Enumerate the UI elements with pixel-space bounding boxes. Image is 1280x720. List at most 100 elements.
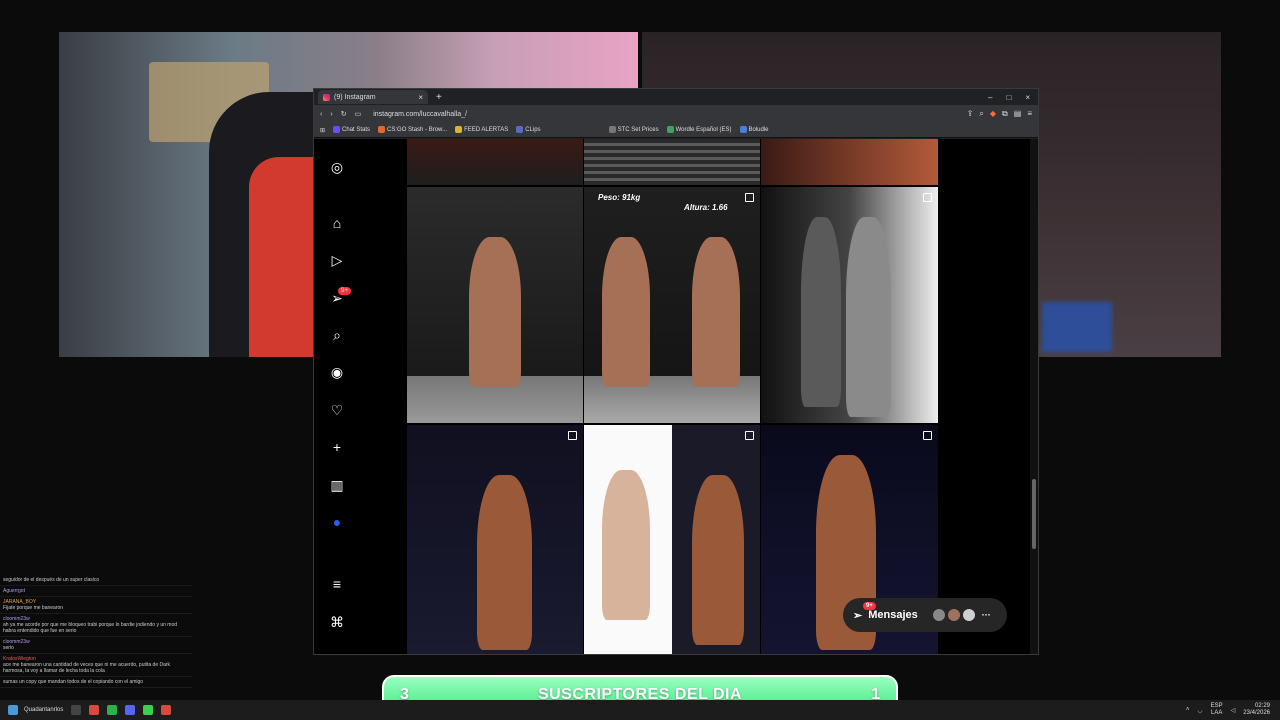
close-window-icon[interactable]: × xyxy=(1025,93,1030,102)
avatar xyxy=(946,608,961,622)
bookmark-item[interactable]: STC Set Prices xyxy=(608,126,659,134)
chat-message: seguidor de el después de un super clasi… xyxy=(0,575,192,586)
bodybuilder-figure xyxy=(469,237,521,387)
post-thumbnail[interactable] xyxy=(761,187,938,423)
chat-message: sumas un copy que mandan todos de el cop… xyxy=(0,677,192,688)
tab-title: (9) Instagram xyxy=(334,93,376,101)
person-figure xyxy=(801,217,841,407)
zoom-icon[interactable]: ⌕ xyxy=(979,109,983,119)
messages-icon: ➢ xyxy=(853,609,863,622)
post-thumbnail[interactable] xyxy=(761,139,938,185)
bookmark-icon[interactable]: ▭ xyxy=(355,110,362,118)
post-thumbnail[interactable] xyxy=(407,187,583,423)
posts-grid: Peso: 91kg Altura: 1.66 xyxy=(407,139,938,654)
close-tab-icon[interactable]: × xyxy=(418,93,423,102)
bookmark-item[interactable]: CLips xyxy=(516,126,541,134)
chat-message: JARANA_BOY Fijate porque me banearon xyxy=(0,597,192,614)
clock[interactable]: 02:29 23/4/2026 xyxy=(1243,703,1270,717)
post-thumbnail[interactable] xyxy=(407,139,583,185)
instagram-page: ◎ ⌂ ▷ ➢ 9+ ⌕ ◉ ♡ + ▥ ● ≡ ⌘ Peso: 91kg Al… xyxy=(314,139,1032,654)
home-icon[interactable]: ⌂ xyxy=(329,215,345,231)
browser-icon[interactable] xyxy=(89,705,100,715)
back-icon[interactable]: ‹ xyxy=(320,111,322,118)
profile-avatar-icon[interactable]: ● xyxy=(329,514,345,530)
avatar xyxy=(931,608,946,622)
post-thumbnail[interactable] xyxy=(584,425,760,654)
threads-icon[interactable]: ⌘ xyxy=(329,614,345,630)
sidebar-icon[interactable]: ▤ xyxy=(1014,109,1022,119)
bookmark-item[interactable]: Boludle xyxy=(739,126,769,134)
carousel-icon xyxy=(745,193,754,202)
messages-badge: 9+ xyxy=(863,602,876,610)
start-icon[interactable] xyxy=(8,705,18,715)
new-tab-button[interactable]: + xyxy=(436,92,442,103)
bookmark-item[interactable]: CS:GO Stash - Brow... xyxy=(378,126,447,134)
carousel-icon xyxy=(923,431,932,440)
bodybuilder-figure xyxy=(477,475,532,650)
notifications-badge: 9+ xyxy=(338,287,351,295)
keyboard-light xyxy=(1042,302,1112,352)
dashboard-icon[interactable]: ▥ xyxy=(329,477,345,493)
language-indicator[interactable]: ESP LAA xyxy=(1211,703,1223,717)
chat-message: cloomm23w ah ya me acorde por que me bloq… xyxy=(0,614,192,637)
bodybuilder-figure xyxy=(692,237,740,387)
post-thumbnail[interactable] xyxy=(407,425,583,654)
maximize-icon[interactable]: □ xyxy=(1006,93,1011,102)
share-icon[interactable]: ⇪ xyxy=(967,109,974,119)
bodybuilder-figure xyxy=(846,217,891,417)
obs-icon[interactable] xyxy=(143,705,154,715)
bodybuilder-figure xyxy=(692,475,744,645)
messages-label: Mensajes xyxy=(868,609,918,621)
address-bar-row: ‹ › ↻ ▭ instagram.com/luccavalhalla_/ ⇪ … xyxy=(314,105,1038,123)
brave-shield-icon[interactable]: ◆ xyxy=(990,109,996,119)
carousel-icon xyxy=(923,193,932,202)
post-thumbnail[interactable]: Peso: 91kg Altura: 1.66 xyxy=(584,187,760,423)
apps-icon[interactable]: ⊞ xyxy=(320,127,325,134)
bookmark-item[interactable]: Chat Stats xyxy=(333,126,370,134)
menu-icon[interactable]: ≡ xyxy=(1027,109,1032,119)
carousel-icon xyxy=(745,431,754,440)
chat-message: KratosWiegton ace me banearon una cantida… xyxy=(0,654,192,677)
bookmarks-bar: ⊞ Chat Stats CS:GO Stash - Brow... FEED … xyxy=(314,123,1038,138)
app-icon[interactable] xyxy=(161,705,172,715)
volume-icon[interactable]: ◁ xyxy=(1231,707,1236,714)
explore-icon[interactable]: ◉ xyxy=(329,364,345,380)
post-overlay-text: Altura: 1.66 xyxy=(684,203,728,212)
instagram-tab-icon xyxy=(323,93,330,101)
chat-message: cloomm23w serio xyxy=(0,637,192,654)
discord-icon[interactable] xyxy=(125,705,136,715)
search-icon[interactable]: ⌕ xyxy=(329,327,345,343)
system-tray: ˄ ◡ ESP LAA ◁ 02:29 23/4/2026 xyxy=(1186,703,1280,717)
minimize-icon[interactable]: – xyxy=(988,93,992,102)
reels-icon[interactable]: ▷ xyxy=(329,252,345,268)
avatar xyxy=(961,608,976,622)
forward-icon[interactable]: › xyxy=(330,111,332,118)
heart-icon[interactable]: ♡ xyxy=(329,402,345,418)
url-field[interactable]: instagram.com/luccavalhalla_/ xyxy=(373,111,467,118)
bodybuilder-figure xyxy=(602,237,650,387)
chevron-up-icon[interactable]: ˄ xyxy=(1186,707,1190,713)
browser-window: (9) Instagram × + – □ × ‹ › ↻ ▭ instagra… xyxy=(313,88,1039,655)
create-icon[interactable]: + xyxy=(329,439,345,455)
messages-button[interactable]: ➢ 9+ Mensajes ··· xyxy=(843,598,1007,632)
instagram-logo-icon[interactable]: ◎ xyxy=(329,159,345,175)
spotify-icon[interactable] xyxy=(107,705,118,715)
bookmark-item[interactable]: FEED ALERTAS xyxy=(455,126,508,134)
windows-taskbar: Quadantanrlos ˄ ◡ ESP LAA ◁ 02:29 23/4/202… xyxy=(0,700,1280,720)
file-explorer-icon[interactable] xyxy=(71,705,82,715)
wifi-icon[interactable]: ◡ xyxy=(1197,707,1202,714)
scrollbar-thumb[interactable] xyxy=(1032,479,1036,549)
reload-icon[interactable]: ↻ xyxy=(341,110,347,118)
extensions-icon[interactable]: ⧉ xyxy=(1002,109,1008,119)
tab-instagram[interactable]: (9) Instagram × xyxy=(318,90,428,104)
post-thumbnail[interactable] xyxy=(584,139,760,185)
post-overlay-text: Peso: 91kg xyxy=(598,193,641,202)
stream-chat: seguidor de el después de un super clasi… xyxy=(0,575,192,700)
tab-bar: (9) Instagram × + – □ × xyxy=(314,89,1038,105)
taskbar-user[interactable]: Quadantanrlos xyxy=(24,707,63,713)
carousel-icon xyxy=(568,431,577,440)
chat-message: Aguerrgot xyxy=(0,586,192,597)
more-menu-icon[interactable]: ≡ xyxy=(329,576,345,592)
scrollbar[interactable] xyxy=(1030,139,1038,654)
bookmark-item[interactable]: Wordle Español (ES) xyxy=(666,126,732,134)
